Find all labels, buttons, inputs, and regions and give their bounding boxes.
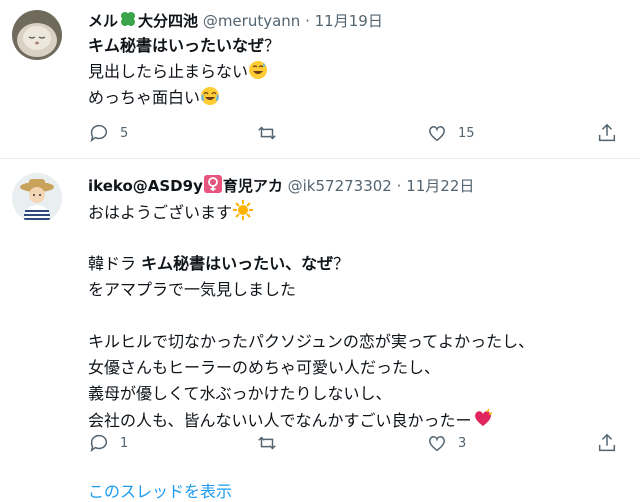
tweet-header: メル 大分四池 @merutyann · 11月19日 [88,9,383,33]
separator: · [305,12,310,30]
display-name-suffix[interactable]: 大分四池 [138,12,198,30]
question-mark: ？ [333,254,350,273]
tweet-line: 韓ドラ [88,254,142,273]
reply-count: 5 [120,125,129,141]
tweet-date[interactable]: 11月22日 [406,177,474,195]
reply-count: 1 [120,435,129,451]
user-handle[interactable]: @merutyann [203,12,300,30]
share-icon [598,123,616,142]
tweet-1[interactable]: メル 大分四池 @merutyann · 11月19日 キム秘書はいったいなぜ？ … [0,0,640,158]
avatar[interactable] [12,10,62,60]
like-icon [429,126,445,142]
tweet-text: おはようございます 韓ドラ キム秘書はいったい、なぜ？ をアマプラで一気見しまし… [88,199,534,433]
sun-emoji [232,199,254,229]
tweet-actions: 5 15 [88,121,628,145]
separator: · [396,177,402,195]
show-thread-link[interactable]: このスレッドを表示 [88,478,232,502]
share-button[interactable] [596,121,618,145]
female-sign-icon [203,174,223,198]
tweet-date[interactable]: 11月19日 [315,12,383,30]
user-handle[interactable]: @ik57273302 [288,177,392,195]
retweet-icon [258,126,276,140]
retweet-button[interactable] [256,431,288,455]
question-mark: ？ [264,36,281,55]
like-icon [429,436,445,452]
reply-button[interactable]: 1 [88,431,128,455]
share-button[interactable] [596,431,618,455]
display-name[interactable]: メル [88,12,118,30]
tweet-line: キルヒルで切なかったパクソジュンの恋が実ってよかったし、 [88,332,535,351]
tweet-line: めっちゃ面白い [88,88,201,107]
tweet-line: おはようございます [88,203,233,222]
like-button[interactable]: 15 [426,121,475,145]
tweet-actions: 1 3 [88,431,628,455]
retweet-button[interactable] [256,121,288,145]
reply-icon [90,434,108,453]
tweet-header: ikeko@ASD9y 育児アカ @ik57273302 · 11月22日 [88,174,474,198]
tweet-line: 義母が優しくて水ぶっかけたりしないし、 [88,384,392,403]
avatar[interactable] [12,173,62,223]
sweat-smile-emoji [248,60,268,88]
joy-emoji [200,86,220,114]
reply-button[interactable]: 5 [88,121,128,145]
reply-icon [90,124,108,143]
tweet-line: 女優さんもヒーラーのめちゃ可愛い人だったし、 [88,358,441,377]
tweet-line: 見出したら止まらない [88,62,249,81]
tweet-line: 会社の人も、皆んないい人でなんかすごい良かったー [88,411,472,430]
like-count: 15 [458,125,475,141]
display-name[interactable]: ikeko@ASD9y [88,177,203,195]
like-button[interactable]: 3 [426,431,466,455]
retweet-icon [258,436,276,450]
share-icon [598,433,616,452]
tweet-text: キム秘書はいったいなぜ？ 見出したら止まらない めっちゃ面白い [88,33,280,111]
display-name-suffix[interactable]: 育児アカ [223,177,283,195]
tweet-2[interactable]: ikeko@ASD9y 育児アカ @ik57273302 · 11月22日 おはよ… [0,158,640,479]
clover-icon [118,9,138,33]
like-count: 3 [458,435,467,451]
drama-title: キム秘書はいったいなぜ [88,36,265,55]
drama-title: キム秘書はいったい、なぜ [141,254,334,273]
tweet-line: をアマプラで一気見しました [88,280,297,299]
